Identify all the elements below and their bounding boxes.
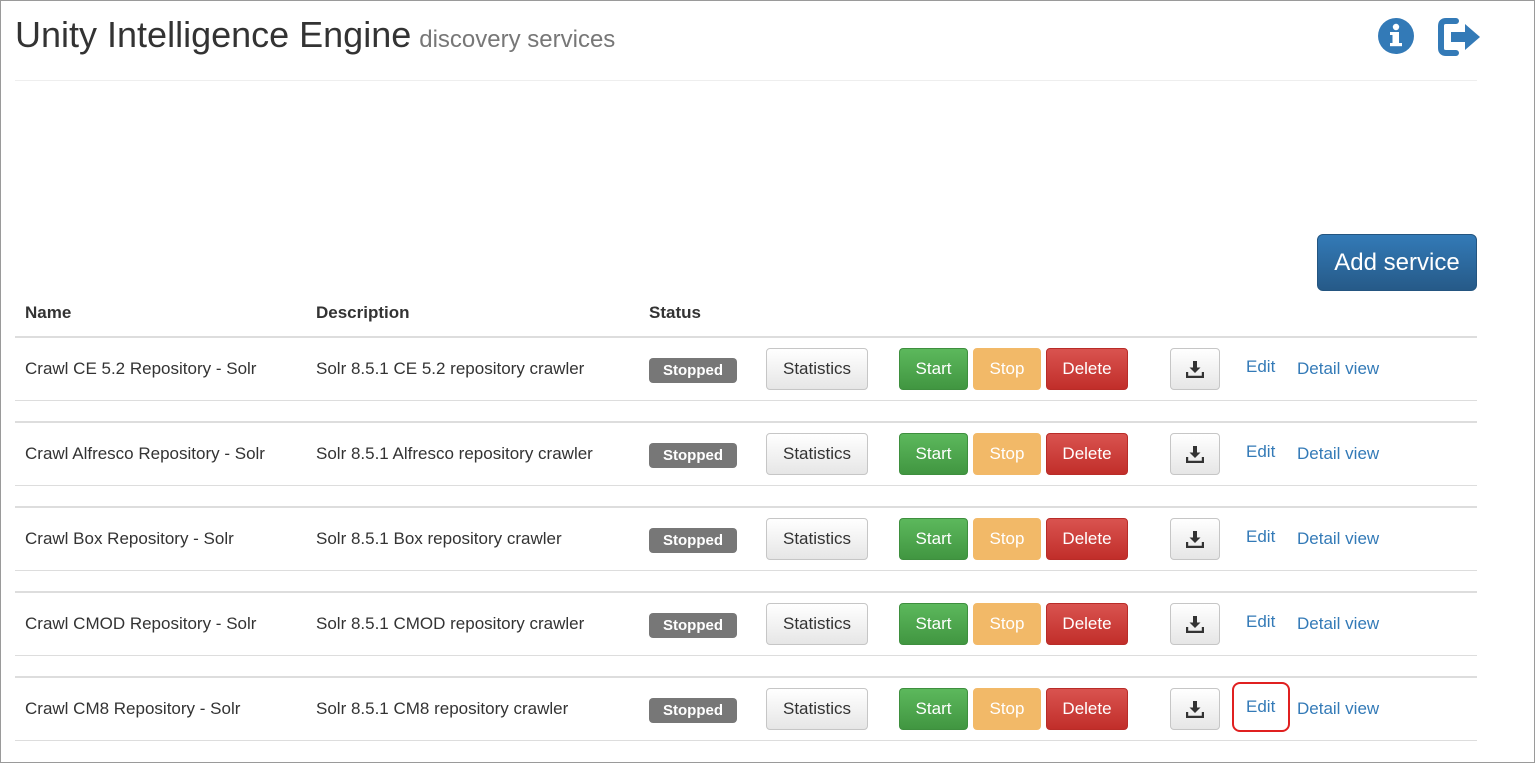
edit-link[interactable]: Edit [1246,527,1275,547]
service-name: Crawl CE 5.2 Repository - Solr [25,359,257,378]
status-badge: Stopped [649,613,737,638]
download-icon [1186,616,1204,633]
row-divider [15,485,1477,486]
service-name: Crawl CM8 Repository - Solr [25,699,241,718]
service-description: Solr 8.5.1 Box repository crawler [316,529,562,548]
detail-view-link[interactable]: Detail view [1297,359,1379,379]
delete-button[interactable]: Delete [1046,433,1128,475]
download-button[interactable] [1170,518,1220,560]
statistics-button[interactable]: Statistics [766,433,868,475]
stop-button[interactable]: Stop [973,688,1041,730]
download-button[interactable] [1170,348,1220,390]
detail-view-link[interactable]: Detail view [1297,699,1379,719]
add-service-button[interactable]: Add service [1317,234,1477,291]
edit-link[interactable]: Edit [1246,612,1275,632]
statistics-button[interactable]: Statistics [766,603,868,645]
edit-link[interactable]: Edit [1246,357,1275,377]
column-header-name: Name [25,303,72,322]
start-button[interactable]: Start [899,688,968,730]
download-icon [1186,446,1204,463]
header-divider [15,80,1477,81]
download-icon [1186,701,1204,718]
table-row: Crawl CE 5.2 Repository - Solr Solr 8.5.… [15,337,1477,401]
service-name: Crawl CMOD Repository - Solr [25,614,257,633]
download-button[interactable] [1170,603,1220,645]
status-badge: Stopped [649,358,737,383]
statistics-button[interactable]: Statistics [766,688,868,730]
page-title: Unity Intelligence Engine discovery servi… [15,14,615,56]
table-row: Crawl Alfresco Repository - Solr Solr 8.… [15,421,1477,486]
delete-button[interactable]: Delete [1046,688,1128,730]
download-button[interactable] [1170,688,1220,730]
service-name: Crawl Box Repository - Solr [25,529,234,548]
statistics-button[interactable]: Statistics [766,348,868,390]
statistics-button[interactable]: Statistics [766,518,868,560]
delete-button[interactable]: Delete [1046,603,1128,645]
start-button[interactable]: Start [899,433,968,475]
app-subtitle: discovery services [419,26,616,53]
row-divider [15,421,1477,423]
edit-link[interactable]: Edit [1246,442,1275,462]
detail-view-link[interactable]: Detail view [1297,614,1379,634]
start-button[interactable]: Start [899,518,968,560]
start-button[interactable]: Start [899,603,968,645]
row-divider [15,506,1477,508]
delete-button[interactable]: Delete [1046,518,1128,560]
status-badge: Stopped [649,698,737,723]
download-icon [1186,531,1204,548]
column-header-status: Status [649,303,701,322]
logout-icon[interactable] [1438,17,1482,57]
table-row: Crawl CM8 Repository - Solr Solr 8.5.1 C… [15,676,1477,741]
row-divider [15,655,1477,656]
service-description: Solr 8.5.1 Alfresco repository crawler [316,444,593,463]
service-description: Solr 8.5.1 CM8 repository crawler [316,699,569,718]
service-name: Crawl Alfresco Repository - Solr [25,444,265,463]
stop-button[interactable]: Stop [973,518,1041,560]
delete-button[interactable]: Delete [1046,348,1128,390]
download-icon [1186,361,1204,378]
edit-link[interactable]: Edit [1246,697,1275,717]
column-header-description: Description [316,303,410,322]
start-button[interactable]: Start [899,348,968,390]
stop-button[interactable]: Stop [973,433,1041,475]
stop-button[interactable]: Stop [973,348,1041,390]
info-icon[interactable] [1377,17,1415,55]
row-divider [15,676,1477,678]
table-row: Crawl Box Repository - Solr Solr 8.5.1 B… [15,506,1477,571]
row-divider [15,400,1477,401]
status-badge: Stopped [649,528,737,553]
app-title: Unity Intelligence Engine [15,14,412,55]
download-button[interactable] [1170,433,1220,475]
row-divider [15,570,1477,571]
service-description: Solr 8.5.1 CE 5.2 repository crawler [316,359,585,378]
row-divider [15,740,1477,741]
table-row: Crawl CMOD Repository - Solr Solr 8.5.1 … [15,591,1477,656]
detail-view-link[interactable]: Detail view [1297,444,1379,464]
service-description: Solr 8.5.1 CMOD repository crawler [316,614,585,633]
detail-view-link[interactable]: Detail view [1297,529,1379,549]
status-badge: Stopped [649,443,737,468]
row-divider [15,591,1477,593]
stop-button[interactable]: Stop [973,603,1041,645]
